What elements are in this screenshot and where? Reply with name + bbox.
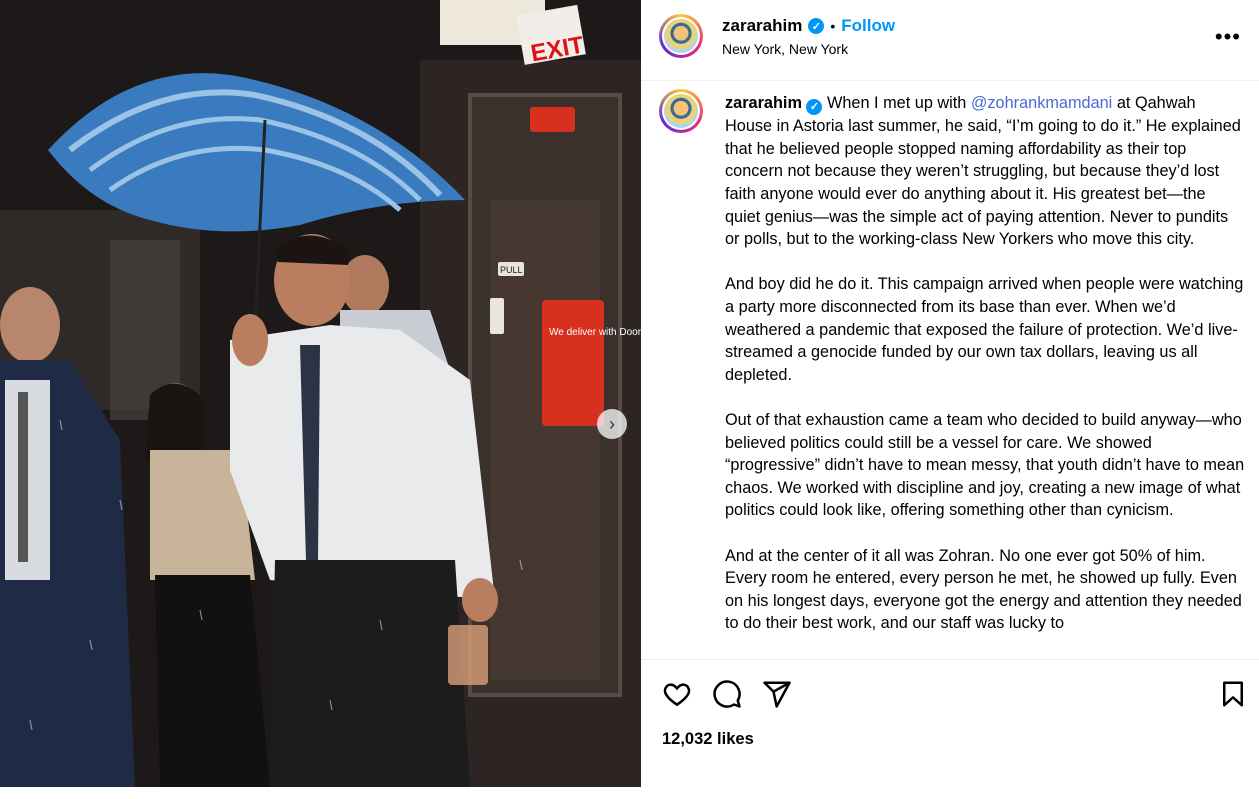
more-options-icon[interactable]: ••• xyxy=(1215,24,1241,50)
photo-scene: EXIT We deliver with DoorDash PULL xyxy=(0,0,641,787)
caption-paragraph-4: And at the center of it all was Zohran. … xyxy=(725,546,1242,633)
action-bar xyxy=(641,660,1259,720)
pull-sign-1: PULL xyxy=(500,265,523,275)
doordash-text: We deliver with DoorDash xyxy=(549,327,641,338)
caption-text-start: When I met up with xyxy=(827,94,967,112)
comment-icon[interactable] xyxy=(712,679,742,709)
verified-badge-icon: ✓ xyxy=(808,18,825,34)
author-row: zararahim ✓ • Follow xyxy=(722,16,895,36)
post-panel: zararahim ✓ • Follow New York, New York … xyxy=(641,0,1259,787)
heart-icon[interactable] xyxy=(662,679,692,709)
caption-text-rest: at Qahwah House in Astoria last summer, … xyxy=(725,94,1241,249)
post-header: zararahim ✓ • Follow New York, New York … xyxy=(641,0,1259,81)
follow-button[interactable]: Follow xyxy=(841,16,895,36)
chevron-right-icon: › xyxy=(609,413,615,434)
next-photo-button[interactable]: › xyxy=(597,409,627,439)
author-username[interactable]: zararahim xyxy=(722,16,802,36)
caption-text: zararahim ✓ When I met up with @zohrankm… xyxy=(725,92,1245,658)
caption-paragraph-2: And boy did he do it. This campaign arri… xyxy=(725,275,1244,384)
post-location[interactable]: New York, New York xyxy=(722,41,848,57)
mention-link[interactable]: @zohrankmamdani xyxy=(971,94,1112,112)
caption-paragraph-1: zararahim ✓ When I met up with @zohrankm… xyxy=(725,92,1245,251)
bookmark-icon[interactable] xyxy=(1218,679,1248,709)
verified-badge-icon: ✓ xyxy=(806,99,823,116)
separator-dot: • xyxy=(830,18,836,34)
caption-avatar[interactable] xyxy=(659,89,703,133)
caption-scroll-area[interactable]: zararahim ✓ When I met up with @zohrankm… xyxy=(641,81,1259,660)
doordash-sign xyxy=(542,300,604,426)
post-photo[interactable]: EXIT We deliver with DoorDash PULL xyxy=(0,0,641,787)
share-icon[interactable] xyxy=(762,679,792,709)
author-avatar[interactable] xyxy=(659,14,703,58)
caption-paragraph-3: Out of that exhaustion came a team who d… xyxy=(725,411,1245,520)
caption-username[interactable]: zararahim xyxy=(725,94,802,112)
likes-count[interactable]: 12,032 likes xyxy=(662,730,754,749)
